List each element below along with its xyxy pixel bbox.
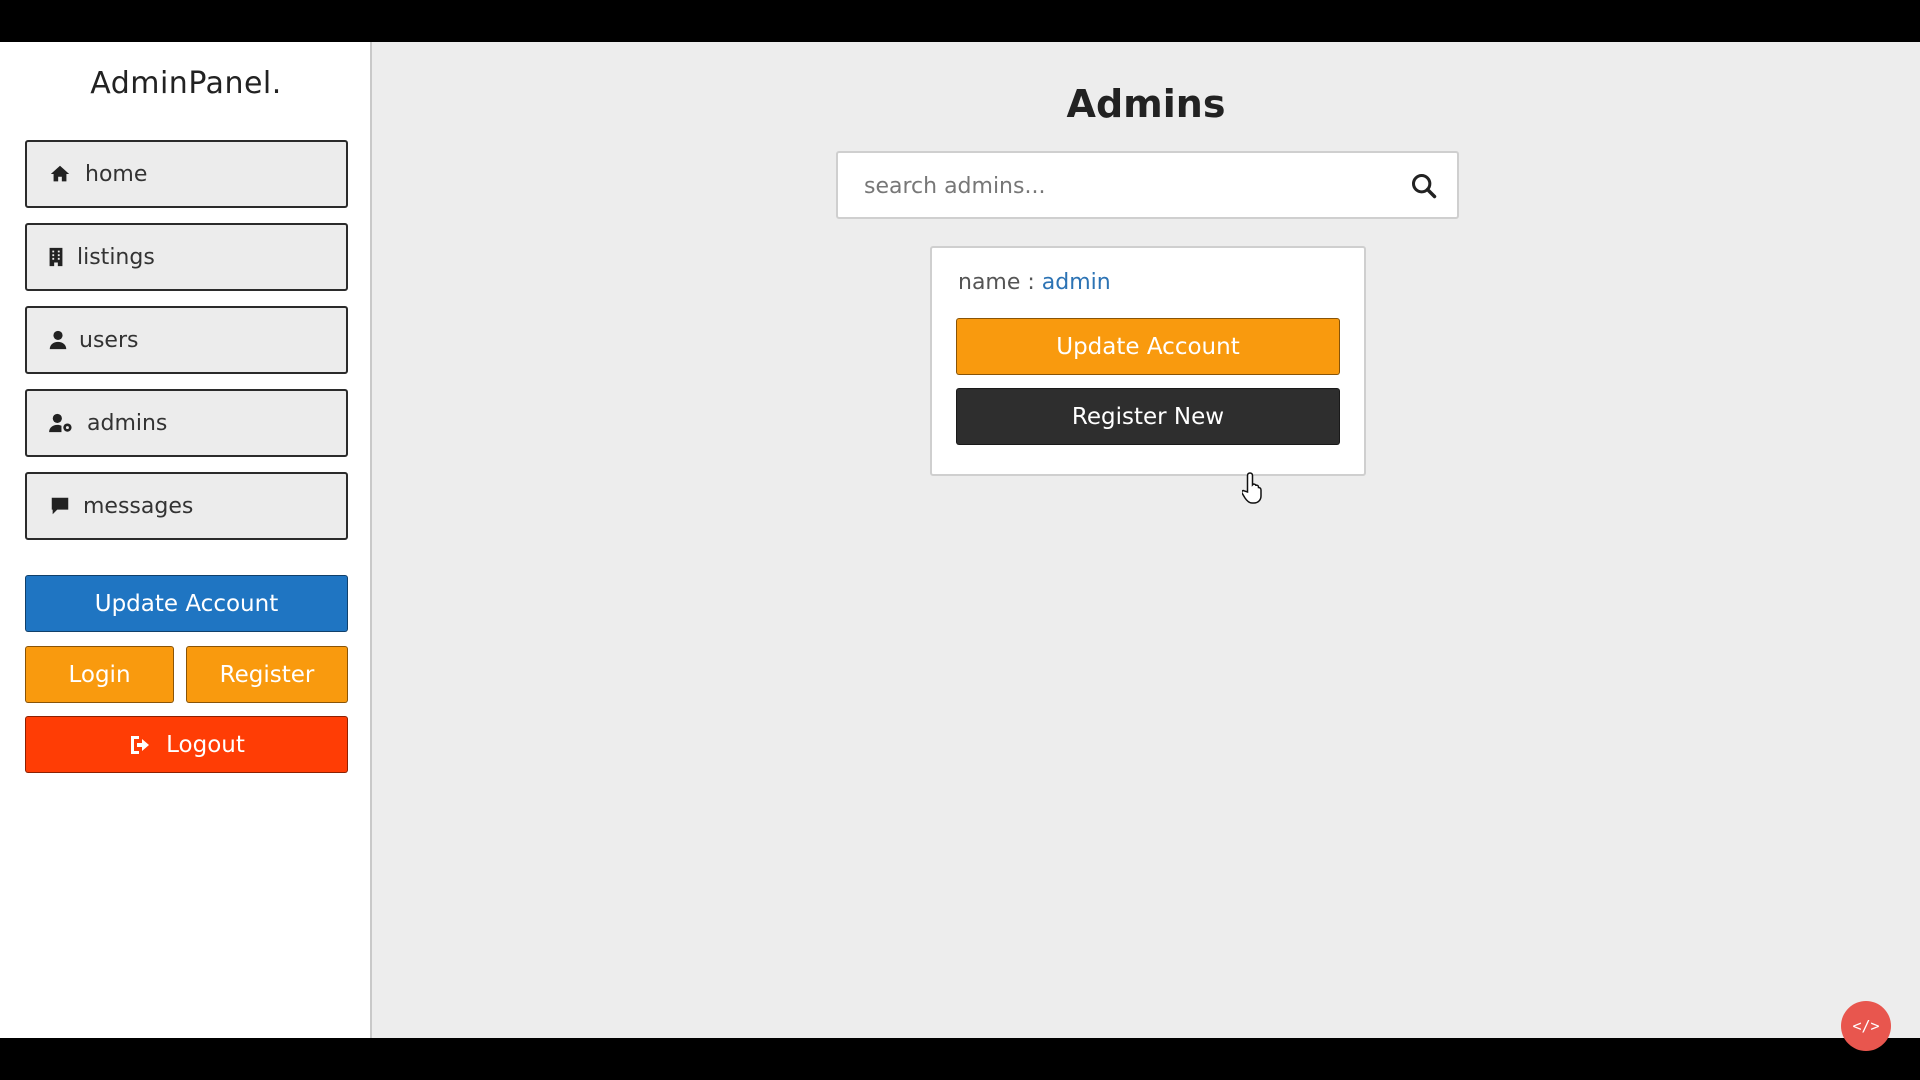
sidebar-item-label: home <box>85 161 148 187</box>
sign-out-icon <box>128 733 152 757</box>
search-icon[interactable] <box>1409 171 1439 201</box>
sidebar-item-admins[interactable]: admins <box>25 389 348 457</box>
comment-icon <box>49 495 71 517</box>
code-widget-button[interactable]: </> <box>1841 1001 1891 1051</box>
sidebar: AdminPanel. home listings users admins m… <box>0 42 372 1038</box>
sidebar-item-listings[interactable]: listings <box>25 223 348 291</box>
admin-card: name : admin Update Account Register New <box>930 246 1366 476</box>
admin-name: name : admin <box>958 270 1111 295</box>
search-form <box>836 151 1459 219</box>
register-button[interactable]: Register <box>186 646 348 703</box>
sidebar-item-label: admins <box>87 410 168 436</box>
sidebar-item-home[interactable]: home <box>25 140 348 208</box>
logo: AdminPanel. <box>90 66 282 101</box>
card-update-account-label: Update Account <box>1056 333 1240 360</box>
home-icon <box>49 163 71 185</box>
search-input[interactable] <box>862 153 1386 219</box>
logout-label: Logout <box>166 731 245 758</box>
page-title: Admins <box>1066 82 1226 126</box>
register-label: Register <box>219 661 315 688</box>
user-icon <box>47 329 69 351</box>
login-label: Login <box>68 661 131 688</box>
user-gear-icon <box>47 412 75 434</box>
update-account-label: Update Account <box>94 590 279 617</box>
admin-name-label: name : <box>958 270 1042 295</box>
card-update-account-button[interactable]: Update Account <box>956 318 1340 375</box>
register-new-button[interactable]: Register New <box>956 388 1340 445</box>
app-frame: AdminPanel. home listings users admins m… <box>0 42 1920 1038</box>
sidebar-item-label: users <box>79 327 139 353</box>
sidebar-item-label: messages <box>83 493 194 519</box>
code-icon: </> <box>1852 1017 1880 1035</box>
sidebar-item-users[interactable]: users <box>25 306 348 374</box>
sidebar-item-messages[interactable]: messages <box>25 472 348 540</box>
login-button[interactable]: Login <box>25 646 174 703</box>
admin-name-value: admin <box>1041 270 1111 295</box>
sidebar-item-label: listings <box>77 244 155 270</box>
logout-button[interactable]: Logout <box>25 716 348 773</box>
building-icon <box>45 246 67 268</box>
hand-cursor-icon <box>1242 472 1262 504</box>
update-account-button[interactable]: Update Account <box>25 575 348 632</box>
register-new-label: Register New <box>1071 403 1225 430</box>
